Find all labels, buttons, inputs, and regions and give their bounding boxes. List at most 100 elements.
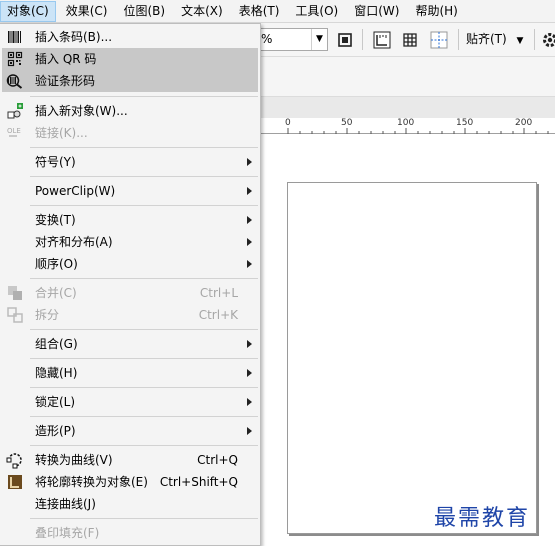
horizontal-ruler[interactable]: 0 50 100 150 200 (260, 118, 555, 134)
menu-item-label: 连接曲线(J) (35, 497, 96, 511)
chevron-down-icon: ▼ (516, 36, 524, 46)
menu-item-label: 验证条形码 (35, 74, 96, 88)
menu-item-label: 链接(K)... (35, 126, 88, 140)
insert-object-icon (6, 102, 24, 120)
submenu-arrow-icon (247, 340, 252, 348)
menu-separator (30, 358, 258, 359)
submenu-arrow-icon (247, 369, 252, 377)
object-menu-dropdown: 插入条码(B)... 插入 QR 码 验证条形码 插入新对象(W)... OLE… (0, 23, 261, 546)
menu-item-symbol[interactable]: 符号(Y) (2, 151, 258, 173)
menu-bar: 对象(C) 效果(C) 位图(B) 文本(X) 表格(T) 工具(O) 窗口(W… (0, 0, 555, 23)
zoom-level-value: % (261, 32, 273, 46)
menu-bitmaps[interactable]: 位图(B) (118, 1, 172, 22)
menu-item-shortcut: Ctrl+Shift+Q (159, 475, 238, 489)
menu-item-group[interactable]: 组合(G) (2, 333, 258, 355)
menu-item-break-apart[interactable]: 拆分 Ctrl+K (2, 304, 258, 326)
menu-separator (30, 278, 258, 279)
submenu-arrow-icon (247, 260, 252, 268)
menu-item-label: 顺序(O) (35, 257, 78, 271)
snap-to-dropdown[interactable]: 贴齐(T) ▼ (466, 28, 523, 51)
menu-item-combine[interactable]: 合并(C) Ctrl+L (2, 282, 258, 304)
combine-icon (6, 284, 24, 302)
svg-text:OLE: OLE (7, 127, 21, 135)
submenu-arrow-icon (247, 398, 252, 406)
break-apart-icon (6, 306, 24, 324)
full-screen-preview-icon[interactable] (333, 28, 357, 51)
menu-item-overprint-fill[interactable]: 叠印填充(F) (2, 522, 258, 544)
menu-item-label: 造形(P) (35, 424, 76, 438)
menu-help[interactable]: 帮助(H) (409, 1, 463, 22)
outline-to-object-icon (6, 473, 24, 491)
menu-item-label: 拆分 (35, 308, 60, 322)
barcode-icon (6, 28, 24, 46)
menu-item-links[interactable]: OLE 链接(K)... (2, 122, 258, 144)
ruler-label: 150 (456, 118, 474, 128)
menu-item-hide[interactable]: 隐藏(H) (2, 362, 258, 384)
ruler-label: 200 (515, 118, 533, 128)
menu-separator (30, 329, 258, 330)
menu-separator (30, 387, 258, 388)
show-guidelines-icon[interactable] (427, 28, 451, 51)
menu-item-label: 变换(T) (35, 213, 76, 227)
menu-item-align-distribute[interactable]: 对齐和分布(A) (2, 231, 258, 253)
toolbar-divider (534, 29, 535, 50)
menu-item-insert-barcode[interactable]: 插入条码(B)... (2, 26, 258, 48)
watermark-text: 最需教育 (434, 506, 531, 531)
menu-item-shortcut: Ctrl+L (199, 286, 238, 300)
submenu-arrow-icon (247, 158, 252, 166)
menu-item-join-curves[interactable]: 连接曲线(J) (2, 493, 258, 515)
gear-icon[interactable] (538, 28, 555, 51)
menu-item-label: 锁定(L) (35, 395, 76, 409)
submenu-arrow-icon (247, 238, 252, 246)
toolbar-divider (458, 29, 459, 50)
menu-separator (30, 205, 258, 206)
convert-to-curves-icon (6, 451, 24, 469)
menu-item-label: 插入条码(B)... (35, 30, 113, 44)
show-grid-icon[interactable] (398, 28, 422, 51)
menu-separator (30, 416, 258, 417)
menu-item-insert-qr-code[interactable]: 插入 QR 码 (2, 48, 258, 70)
verify-barcode-icon (6, 72, 24, 90)
menu-item-validate-barcode[interactable]: 验证条形码 (2, 70, 258, 92)
snap-to-label: 贴齐(T) (466, 32, 507, 46)
zoom-level-select[interactable]: % ▼ (258, 28, 328, 51)
menu-separator (30, 147, 258, 148)
toolbar-divider (362, 29, 363, 50)
menu-item-label: 转换为曲线(V) (35, 453, 113, 467)
menu-item-shaping[interactable]: 造形(P) (2, 420, 258, 442)
document-page[interactable] (287, 182, 537, 534)
ruler-label: 100 (397, 118, 415, 128)
menu-item-shortcut: Ctrl+K (198, 308, 238, 322)
menu-item-label: 组合(G) (35, 337, 78, 351)
menu-window[interactable]: 窗口(W) (348, 1, 405, 22)
menu-item-label: 合并(C) (35, 286, 77, 300)
menu-item-outline-to-object[interactable]: 将轮廓转换为对象(E) Ctrl+Shift+Q (2, 471, 258, 493)
ruler-label: 0 (285, 118, 291, 128)
menu-item-lock[interactable]: 锁定(L) (2, 391, 258, 413)
menu-item-convert-to-curves[interactable]: 转换为曲线(V) Ctrl+Q (2, 449, 258, 471)
chevron-down-icon[interactable]: ▼ (311, 29, 327, 50)
menu-separator (30, 96, 258, 97)
menu-effects[interactable]: 效果(C) (60, 1, 114, 22)
submenu-arrow-icon (247, 216, 252, 224)
menu-tools[interactable]: 工具(O) (289, 1, 344, 22)
menu-item-powerclip[interactable]: PowerClip(W) (2, 180, 258, 202)
menu-item-label: 符号(Y) (35, 155, 76, 169)
menu-object[interactable]: 对象(C) (0, 0, 56, 22)
menu-item-insert-new-object[interactable]: 插入新对象(W)... (2, 100, 258, 122)
menu-item-label: 插入新对象(W)... (35, 104, 128, 118)
menu-item-order[interactable]: 顺序(O) (2, 253, 258, 275)
submenu-arrow-icon (247, 187, 252, 195)
menu-item-label: 叠印填充(F) (35, 526, 100, 540)
menu-text[interactable]: 文本(X) (175, 1, 229, 22)
menu-item-transform[interactable]: 变换(T) (2, 209, 258, 231)
menu-table[interactable]: 表格(T) (233, 1, 286, 22)
show-rulers-icon[interactable] (370, 28, 394, 51)
menu-item-label: 对齐和分布(A) (35, 235, 113, 249)
qr-code-icon (6, 50, 24, 68)
menu-separator (30, 176, 258, 177)
menu-item-label: PowerClip(W) (35, 184, 116, 198)
ole-link-icon: OLE (6, 124, 24, 142)
submenu-arrow-icon (247, 427, 252, 435)
menu-item-label: 插入 QR 码 (35, 52, 97, 66)
